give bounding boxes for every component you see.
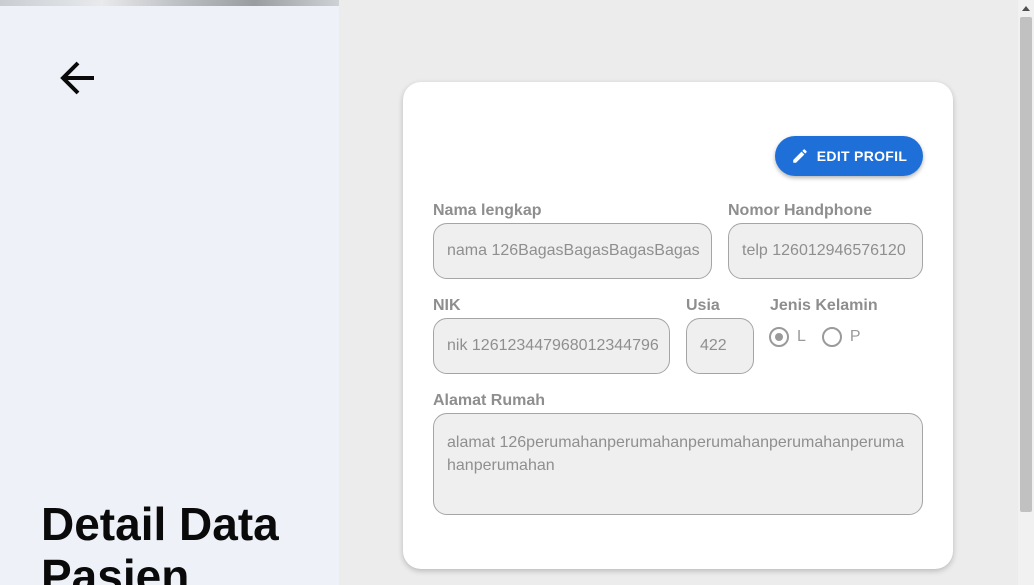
- radio-selected-icon[interactable]: [769, 327, 789, 347]
- pencil-icon: [793, 149, 807, 163]
- back-button[interactable]: [54, 56, 102, 100]
- left-panel: Detail Data Pasien: [0, 0, 339, 585]
- telp-label: Nomor Handphone: [728, 202, 872, 219]
- scrollbar-thumb[interactable]: [1020, 17, 1032, 512]
- telp-input[interactable]: telp 126012946576120: [728, 223, 923, 279]
- nik-value: nik 126123447968012344796: [447, 337, 659, 354]
- usia-value: 422: [700, 337, 727, 354]
- usia-label: Usia: [686, 297, 720, 314]
- header-image: [0, 0, 339, 6]
- alamat-label: Alamat Rumah: [433, 392, 546, 409]
- gender-label: Jenis Kelamin: [770, 297, 878, 314]
- usia-input[interactable]: 422: [686, 318, 754, 374]
- gender-option-p-label: P: [849, 328, 861, 345]
- alamat-textarea[interactable]: alamat 126perumahanperumahanperumahanper…: [433, 413, 923, 515]
- page-title: Detail Data Pasien: [41, 498, 279, 585]
- radio-unselected-icon[interactable]: [821, 327, 842, 347]
- nik-label: NIK: [433, 297, 461, 314]
- nik-input[interactable]: nik 126123447968012344796: [433, 318, 670, 374]
- nama-value: nama 126BagasBagasBagasBagas: [447, 242, 700, 259]
- alamat-value: alamat 126perumahanperumahanperumahanper…: [447, 434, 905, 474]
- nama-input[interactable]: nama 126BagasBagasBagasBagas: [433, 223, 712, 279]
- gender-radio-group: L P: [769, 327, 861, 347]
- edit-profile-button[interactable]: EDIT PROFIL: [775, 136, 923, 176]
- scroll-up-icon[interactable]: [1018, 0, 1034, 16]
- nama-label: Nama lengkap: [433, 202, 542, 219]
- gender-option-p[interactable]: P: [821, 327, 861, 347]
- profile-card: EDIT PROFIL Nama lengkap nama 126BagasBa…: [403, 82, 953, 569]
- gender-option-l[interactable]: L: [769, 327, 806, 347]
- arrow-left-icon: [60, 61, 94, 95]
- scrollbar[interactable]: [1018, 0, 1034, 585]
- gender-option-l-label: L: [797, 328, 806, 345]
- edit-profile-label: EDIT PROFIL: [816, 148, 908, 164]
- telp-value: telp 126012946576120: [742, 242, 906, 259]
